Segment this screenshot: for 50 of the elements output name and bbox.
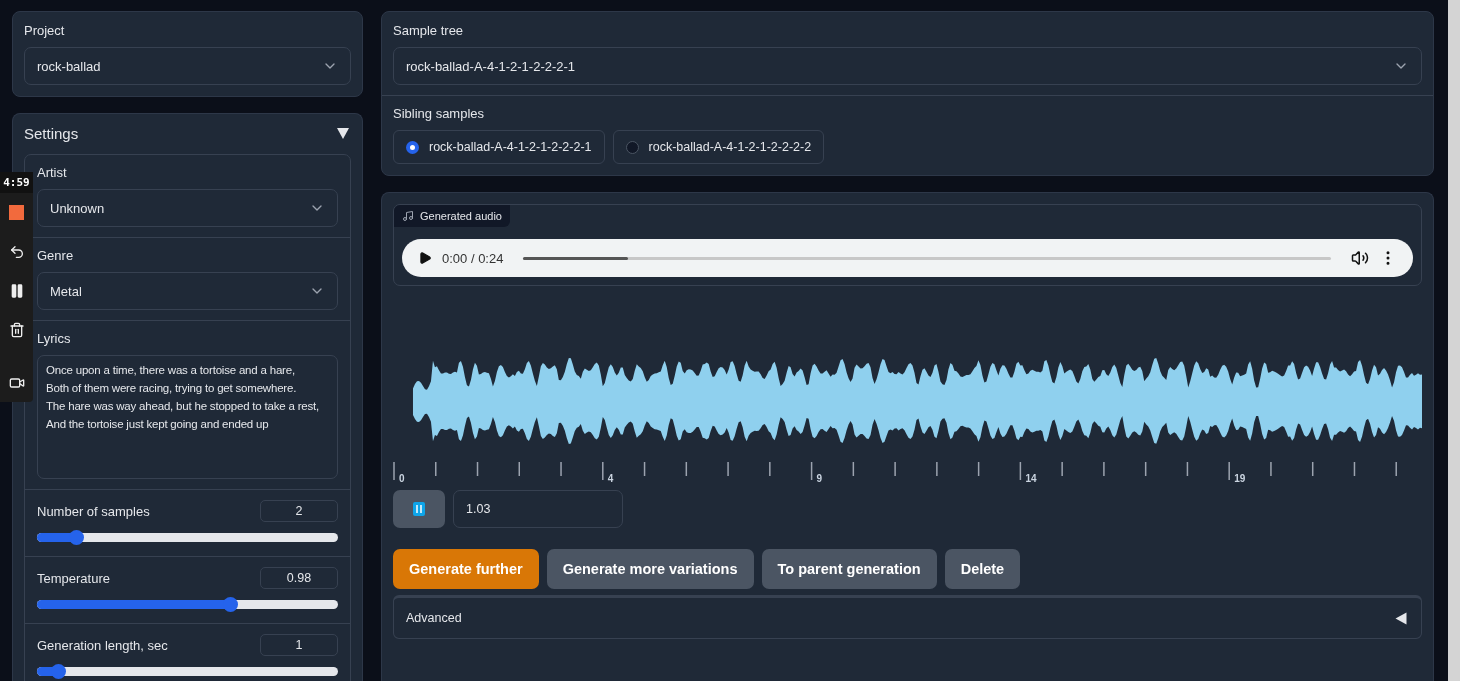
field-label: Sample tree — [393, 23, 465, 38]
field-label: Project — [24, 23, 66, 38]
scrollbar[interactable] — [1448, 0, 1460, 681]
timeline-label: 9 — [816, 473, 823, 484]
field-label: Genre — [37, 248, 75, 263]
slider-thumb[interactable] — [51, 664, 67, 679]
seek-bar[interactable] — [523, 256, 1331, 260]
slider-label: Number of samples — [37, 503, 150, 519]
slider-track[interactable] — [37, 600, 338, 609]
slider-thumb[interactable] — [69, 530, 85, 545]
recording-timer: 4:59 — [0, 172, 33, 193]
number-input[interactable]: 0.98 — [260, 567, 338, 589]
volume-icon[interactable] — [1351, 249, 1369, 267]
play-icon[interactable] — [418, 251, 432, 265]
timeline-label: 14 — [1025, 473, 1037, 484]
audio-label: Generated audio — [394, 205, 510, 227]
trim-button[interactable] — [393, 490, 445, 528]
collapse-triangle-icon[interactable] — [337, 128, 349, 139]
project-dropdown[interactable]: rock-ballad — [24, 47, 351, 85]
section-title: Settings — [24, 125, 79, 142]
genre-dropdown[interactable]: Metal — [37, 272, 338, 310]
action-button[interactable]: Generate more variations — [546, 549, 754, 589]
undo-icon[interactable] — [8, 243, 25, 260]
timeline-label: 0 — [399, 473, 405, 484]
trash-icon[interactable] — [8, 321, 25, 338]
accordion-label: Advanced — [406, 611, 462, 625]
bracket-icon — [413, 502, 425, 516]
lyrics-textarea[interactable]: Once upon a time, there was a tortoise and a hare, Both of them were racing, trying to get somewhere. The hare was way ahead, but he stopped to take a rest, And the tortoise just kept going and ended up — [37, 355, 338, 479]
slider-label: Temperature — [37, 570, 110, 586]
playback-time: 0:00 / 0:24 — [442, 250, 504, 266]
sample-tree-dropdown[interactable]: rock-ballad-A-4-1-2-1-2-2-2-1 — [393, 47, 1422, 85]
timeline-label: 4 — [607, 473, 614, 484]
radio-option[interactable]: rock-ballad-A-4-1-2-1-2-2-2-1 — [393, 130, 605, 164]
field-label: Sibling samples — [393, 106, 486, 121]
slider-thumb[interactable] — [222, 597, 238, 612]
field-label: Artist — [37, 165, 68, 180]
action-button[interactable]: Delete — [944, 549, 1021, 589]
slider-label: Generation length, sec — [37, 637, 168, 653]
number-input[interactable]: 1 — [260, 634, 338, 656]
value-input[interactable]: 1.03 — [453, 490, 623, 528]
field-label: Lyrics — [37, 331, 72, 346]
number-input[interactable]: 2 — [260, 500, 338, 522]
slider-track[interactable] — [37, 533, 338, 542]
slider-track[interactable] — [37, 667, 338, 676]
advanced-accordion[interactable]: Advanced — [393, 595, 1422, 639]
radio-option[interactable]: rock-ballad-A-4-1-2-1-2-2-2-2 — [612, 130, 825, 164]
artist-dropdown[interactable]: Unknown — [37, 189, 338, 227]
action-button[interactable]: To parent generation — [761, 549, 937, 589]
timeline-label: 19 — [1234, 473, 1246, 484]
music-note-icon — [402, 210, 414, 222]
